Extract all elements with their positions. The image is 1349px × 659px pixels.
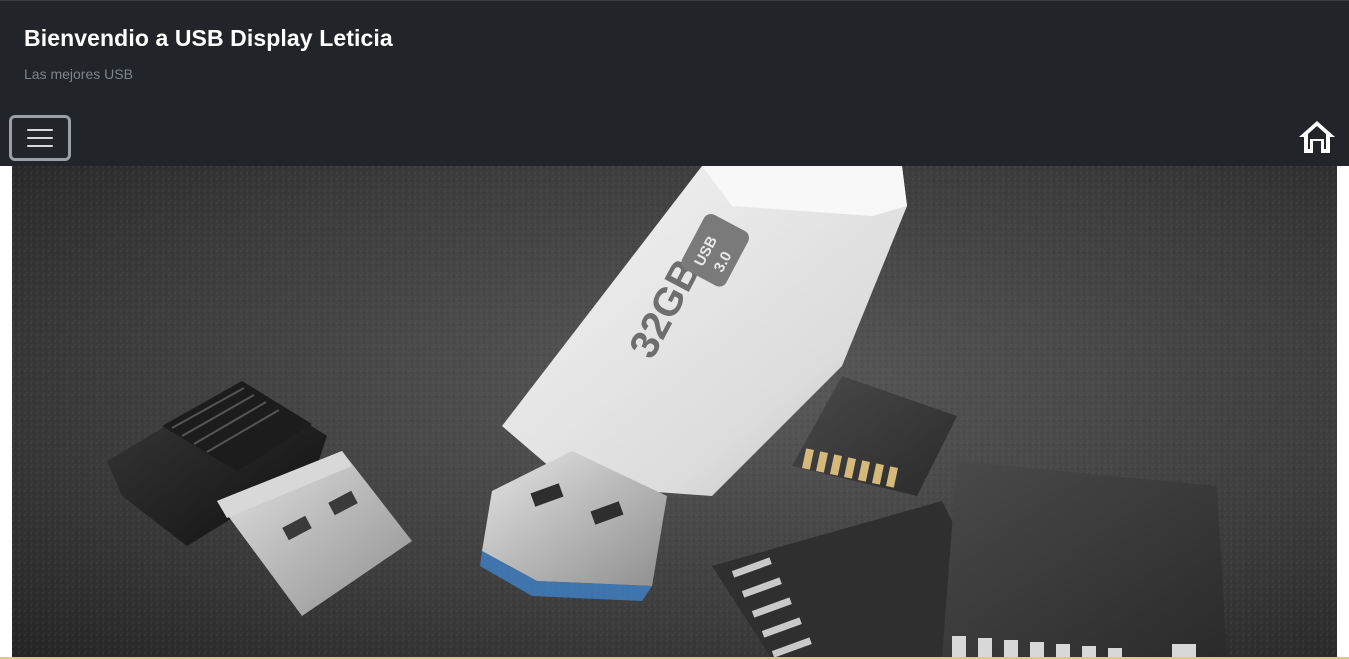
site-title: Bienvendio a USB Display Leticia xyxy=(24,25,393,51)
usb-drives-photo: 32GB USB 3.0 xyxy=(12,166,1337,659)
hamburger-menu-icon xyxy=(27,129,53,147)
hero-image: 32GB USB 3.0 xyxy=(12,166,1337,659)
home-link[interactable] xyxy=(1297,117,1337,157)
menu-toggle-button[interactable] xyxy=(9,115,71,161)
home-icon xyxy=(1299,121,1335,153)
site-subtitle: Las mejores USB xyxy=(24,66,133,82)
site-header: Bienvendio a USB Display Leticia Las mej… xyxy=(0,0,1349,166)
